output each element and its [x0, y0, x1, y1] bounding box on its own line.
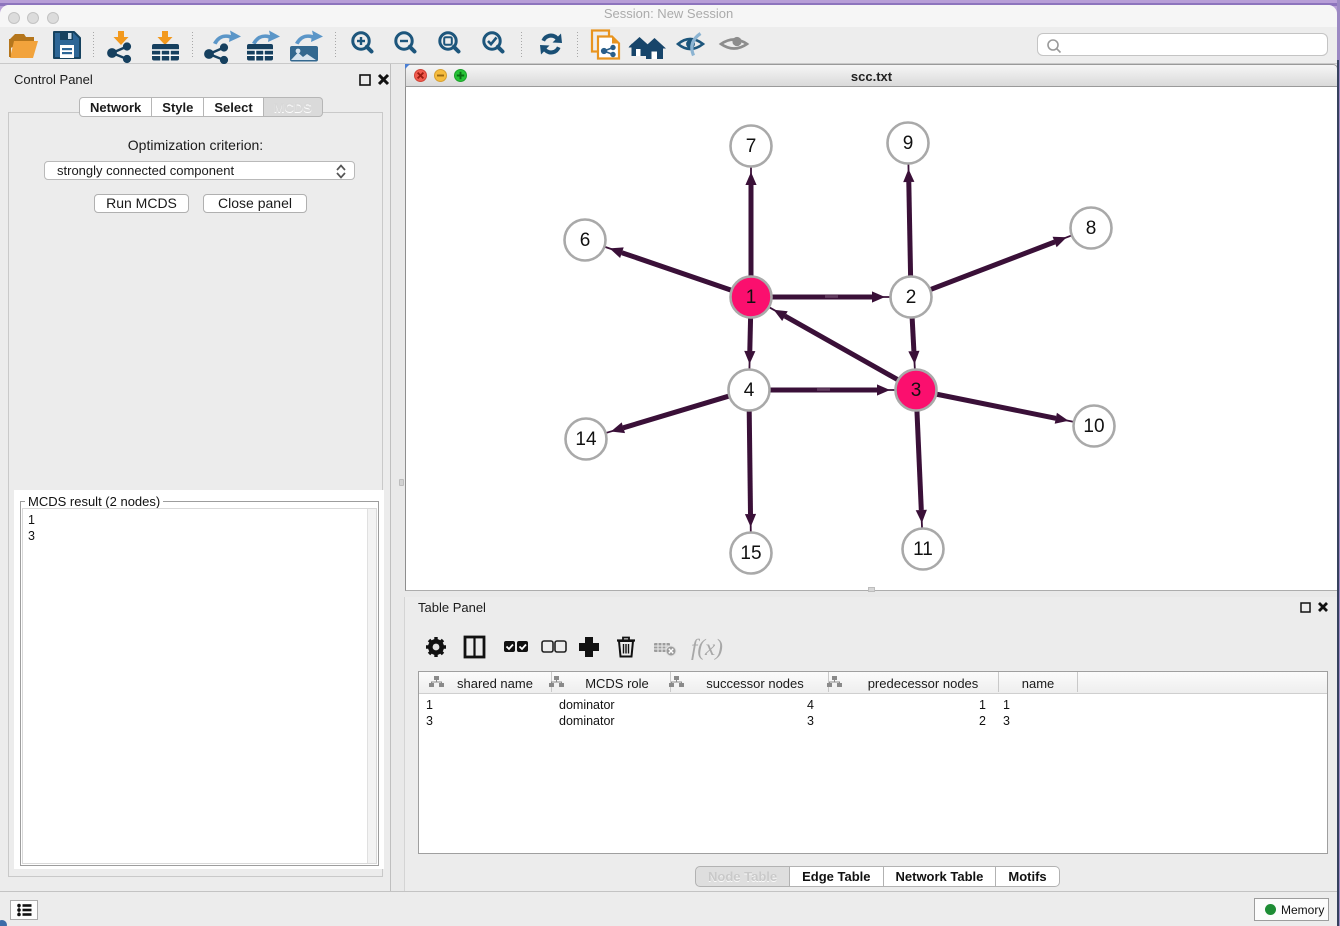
- svg-text:3: 3: [426, 714, 433, 728]
- svg-text:11: 11: [913, 539, 933, 560]
- svg-text:3: 3: [807, 714, 814, 728]
- svg-text:2: 2: [906, 287, 917, 308]
- svg-text:4: 4: [744, 380, 755, 401]
- svg-text:7: 7: [746, 136, 757, 157]
- svg-text:1: 1: [979, 698, 986, 712]
- svg-text:8: 8: [1086, 218, 1097, 239]
- svg-text:f(x): f(x): [691, 635, 723, 660]
- svg-text:dominator: dominator: [559, 698, 615, 712]
- svg-text:15: 15: [740, 543, 761, 564]
- svg-text:6: 6: [580, 230, 591, 251]
- svg-text:14: 14: [575, 429, 597, 450]
- svg-text:3: 3: [1003, 714, 1010, 728]
- svg-text:4: 4: [807, 698, 814, 712]
- svg-text:dominator: dominator: [559, 714, 615, 728]
- svg-text:1: 1: [426, 698, 433, 712]
- svg-text:MCDS role: MCDS role: [585, 676, 649, 691]
- svg-text:1: 1: [1003, 698, 1010, 712]
- svg-text:predecessor nodes: predecessor nodes: [868, 676, 979, 691]
- svg-text:2: 2: [979, 714, 986, 728]
- svg-text:3: 3: [911, 380, 922, 401]
- svg-text:shared name: shared name: [457, 676, 533, 691]
- svg-text:10: 10: [1083, 416, 1104, 437]
- svg-text:9: 9: [903, 133, 914, 154]
- svg-text:successor nodes: successor nodes: [706, 676, 804, 691]
- svg-text:name: name: [1022, 676, 1055, 691]
- svg-text:1: 1: [746, 287, 757, 308]
